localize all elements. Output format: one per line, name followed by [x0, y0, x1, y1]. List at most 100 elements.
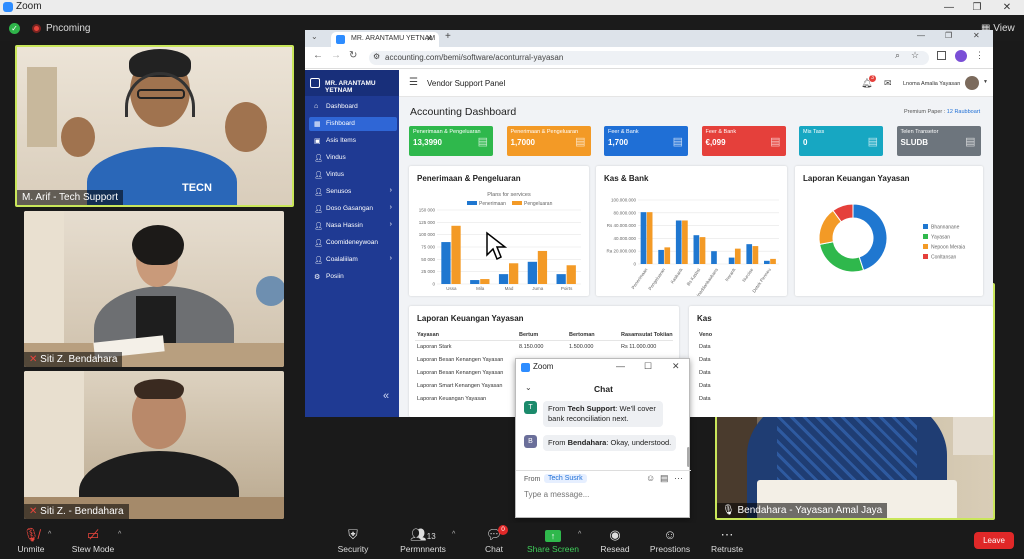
user-menu-chevron-down-icon[interactable]: ▼ — [983, 79, 988, 85]
kpi-card-1[interactable]: Penerimaan & Pengeluaran 1,7000 ▤ — [506, 126, 591, 156]
site-info-icon[interactable]: ⚙ — [373, 52, 380, 61]
sidebar-item-9[interactable]: 👤︎ Coalaliilam › — [309, 253, 397, 267]
participants-chevron-up-icon[interactable]: ^ — [452, 531, 455, 538]
side-panel-icon[interactable] — [937, 51, 946, 60]
chevron-right-icon: › — [389, 204, 392, 211]
sidebar-item-8[interactable]: 👤︎ Coomideneywoan — [309, 236, 397, 250]
table-cell: Data — [699, 370, 711, 376]
sidebar-item-2[interactable]: ▣ Asis Items — [309, 134, 397, 148]
url-input[interactable]: ⚙ accounting.com/bemi/software/aconturral… — [369, 51, 929, 65]
close-icon[interactable]: ✕ — [672, 361, 680, 372]
legend-swatch — [923, 234, 928, 239]
message-sender: Tech Support — [567, 404, 616, 413]
browser-menu-icon[interactable]: ⋮ — [975, 50, 984, 61]
audio-options-chevron-up-icon[interactable]: ^ — [48, 531, 51, 538]
chevron-right-icon: › — [389, 221, 392, 228]
minimize-icon[interactable]: — — [917, 31, 925, 40]
minimize-icon[interactable]: — — [934, 0, 964, 15]
new-tab-icon[interactable]: + — [445, 31, 451, 42]
user-name[interactable]: Lnoma Amalia Yayasan — [903, 81, 960, 87]
video-options-chevron-up-icon[interactable]: ^ — [118, 531, 121, 538]
encryption-shield-icon[interactable]: ✓ — [9, 23, 20, 34]
tab-close-icon[interactable]: ✕ — [426, 34, 433, 43]
participant-name: M. Arif - Tech Support — [17, 190, 123, 205]
participant-name-text: Bendahara - Yayasan Amal Jaya — [737, 505, 883, 516]
leave-button[interactable]: Leave — [974, 532, 1014, 549]
chat-popup[interactable]: Zoom — ☐ ✕ ⌄ Chat T From Tech Support: We… — [515, 358, 691, 518]
sidebar-item-10[interactable]: ⚙ Posiin — [309, 270, 397, 284]
mail-icon[interactable]: ✉ — [884, 78, 892, 89]
sidebar-item-0[interactable]: ⌂ Dashboard — [309, 100, 397, 114]
unmute-button[interactable]: 🎙︎̸ Unmite — [0, 526, 66, 554]
restore-icon[interactable]: ☐ — [644, 361, 652, 372]
browser-tab[interactable]: MR. ARANTAMU YETNAM ✕ — [331, 32, 439, 47]
chat-message-input[interactable] — [524, 487, 684, 501]
y-tick-label: Rs 40.000.000 — [607, 223, 637, 228]
chat-message: B From Bendahara: Okay, understood. — [524, 435, 684, 465]
collapse-sidebar-icon[interactable]: « — [383, 390, 389, 402]
more-options-icon[interactable]: ⋯ — [674, 473, 683, 484]
profile-avatar[interactable] — [955, 50, 967, 62]
video-tile-tech-support[interactable]: TECN M. Arif - Tech Support — [15, 45, 294, 207]
more-label: Retruste — [710, 544, 744, 554]
x-tick-label: Insrank — [724, 267, 737, 283]
kpi-icon: ▤ — [672, 136, 683, 148]
premium-value[interactable]: 12 Raubboart — [947, 109, 980, 115]
emoji-icon[interactable]: ☺ — [646, 473, 655, 483]
sidebar-item-6[interactable]: 👤︎ Doso Gasangan › — [309, 202, 397, 216]
participants-button[interactable]: 👥︎13 Permnnents — [388, 526, 458, 554]
window-title: Zoom — [16, 1, 42, 12]
restore-icon[interactable]: ❐ — [945, 31, 952, 40]
reload-icon[interactable]: ↻ — [349, 50, 357, 61]
zoom-magnifier-icon[interactable]: ⌕ — [895, 50, 900, 61]
kpi-card-2[interactable]: Feer & Bank 1,700 ▤ — [604, 126, 688, 156]
user-avatar[interactable] — [965, 76, 979, 90]
close-icon[interactable]: ✕ — [973, 31, 980, 40]
kpi-card-4[interactable]: Mis Tass 0 ▤ — [799, 126, 883, 156]
minimize-icon[interactable]: — — [616, 361, 625, 371]
bar-kas-6 — [746, 244, 753, 264]
legend-swatch — [923, 254, 928, 259]
tab-list-icon[interactable]: ⌄ — [311, 32, 318, 41]
more-button[interactable]: ⋯ Retruste — [692, 526, 762, 554]
back-icon[interactable]: ← — [313, 50, 323, 61]
video-tile-bendahara-2[interactable]: ✕ Siti Z. - Bendahara — [24, 371, 284, 519]
bar-kas-0 — [640, 212, 647, 264]
kpi-icon: ▤ — [965, 136, 976, 148]
participant-name: ✕ Siti Z. - Bendahara — [24, 504, 129, 519]
door-frame — [27, 67, 57, 147]
legend-swatch — [923, 224, 928, 229]
sidebar-item-3[interactable]: 👤︎ Vindus — [309, 151, 397, 165]
chat-message: T From Tech Support: We'll cover bank rec… — [524, 401, 684, 431]
reactions-label: Preostions — [649, 544, 691, 554]
x-tick-label: Detek Penneu — [751, 267, 772, 294]
chart-title: Penerimaan & Pengeluaran — [417, 174, 521, 183]
window-title-bar: Zoom — ❐ ✕ — [0, 0, 1024, 15]
sidebar-item-7[interactable]: 👤︎ Nasa Hassin › — [309, 219, 397, 233]
forward-icon[interactable]: → — [331, 50, 341, 61]
sidebar-item-5[interactable]: 👤︎ Senusos › — [309, 185, 397, 199]
file-icon[interactable]: ▤ — [660, 473, 669, 484]
y-tick-label: 0 — [432, 282, 435, 287]
security-button[interactable]: ⛨ Security — [318, 526, 388, 554]
hamburger-menu-icon[interactable]: ☰ — [409, 77, 418, 88]
kpi-card-0[interactable]: Penerimaan & Pengeluaran 13,3990 ▤ — [409, 126, 493, 156]
sidebar-item-4[interactable]: 👤︎ Vintus — [309, 168, 397, 182]
kpi-icon: ▤ — [867, 136, 878, 148]
restore-icon[interactable]: ❐ — [962, 0, 992, 15]
chat-scrollbar[interactable] — [687, 447, 690, 467]
close-icon[interactable]: ✕ — [992, 0, 1022, 15]
x-tick-label: Penerimaan — [630, 267, 648, 290]
sender-avatar: T — [524, 401, 537, 414]
sidebar-item-1[interactable]: ▦ Fishboard — [309, 117, 397, 131]
zoom-logo-icon — [3, 2, 13, 12]
kpi-icon: ▤ — [770, 136, 781, 148]
kpi-card-3[interactable]: Feer & Bank €,099 ▤ — [701, 126, 786, 156]
bookmark-star-icon[interactable]: ☆ — [911, 50, 919, 61]
message-from-prefix: From — [548, 438, 568, 447]
kpi-card-5[interactable]: Telen Transetor SLUDB ▤ — [896, 126, 981, 156]
table-cell: 1.500.000 — [569, 344, 594, 350]
video-tile-bendahara-1[interactable]: ✕ Siti Z. Bendahara — [24, 211, 284, 367]
chat-recipient-select[interactable]: Tech Susrk — [544, 474, 587, 483]
bar-bank-2 — [682, 220, 688, 264]
